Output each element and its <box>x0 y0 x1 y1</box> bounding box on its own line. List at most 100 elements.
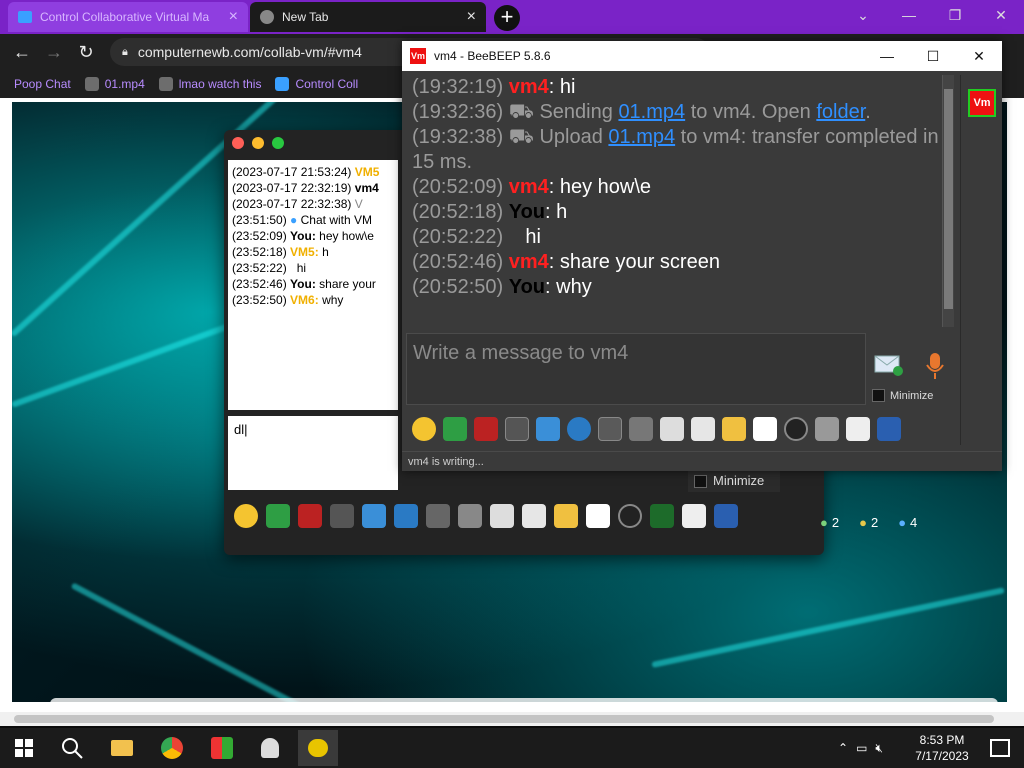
beebeep-taskbar-icon[interactable] <box>298 730 338 766</box>
minimize-checkbox-behind[interactable]: Minimize <box>688 470 780 492</box>
counter: ● 2 <box>859 515 879 530</box>
notification-icon[interactable] <box>980 730 1020 766</box>
envelope-icon[interactable] <box>443 417 467 441</box>
user-list-panel <box>960 75 999 445</box>
camera-icon[interactable] <box>784 417 808 441</box>
screenshot-icon[interactable] <box>815 417 839 441</box>
close-dot-icon[interactable] <box>232 137 244 149</box>
emoji-icon[interactable] <box>412 417 436 441</box>
window-maximize-button[interactable]: ☐ <box>910 41 956 71</box>
bookmark-item[interactable]: lmao watch this <box>158 77 261 91</box>
filter-icon[interactable] <box>536 417 560 441</box>
font-icon[interactable] <box>298 504 322 528</box>
save-icon[interactable] <box>714 504 738 528</box>
reload-icon[interactable]: ↻ <box>74 40 98 64</box>
start-button[interactable] <box>4 730 44 766</box>
browser-restore-button[interactable]: ❐ <box>932 0 978 30</box>
folder-icon[interactable] <box>554 504 578 528</box>
music-icon[interactable] <box>490 504 514 528</box>
color-icon[interactable] <box>330 504 354 528</box>
bookmark-item[interactable]: Poop Chat <box>14 77 71 91</box>
emoji-icon[interactable] <box>234 504 258 528</box>
horizontal-scrollbar[interactable] <box>0 712 1024 726</box>
minimize-checkbox[interactable]: Minimize <box>872 389 933 402</box>
network-icon[interactable]: ▭ <box>856 741 867 755</box>
spellcheck-icon[interactable] <box>598 417 622 441</box>
envelope-icon[interactable] <box>266 504 290 528</box>
bookmark-label: 01.mp4 <box>104 77 145 91</box>
file-link[interactable]: 01.mp4 <box>618 101 685 123</box>
search-icon[interactable] <box>52 730 92 766</box>
camera-icon[interactable] <box>618 504 642 528</box>
system-tray: ⌃ ▭ 🔇︎ <box>838 728 883 768</box>
tab-collab-vm[interactable]: Control Collaborative Virtual Ma × <box>8 2 248 32</box>
send-file-icon[interactable] <box>522 504 546 528</box>
chat-line: (2023-07-17 22:32:19) vm4 <box>232 181 379 195</box>
scrollbar-thumb[interactable] <box>944 89 953 309</box>
chat-message: (19:32:38) ⛟ Upload 01.mp4 to vm4: trans… <box>412 126 939 173</box>
window-minimize-button[interactable]: — <box>864 41 910 71</box>
input-value: dl <box>234 422 245 437</box>
screenshot-icon[interactable] <box>650 504 674 528</box>
folder-link[interactable]: folder <box>816 101 865 123</box>
text-icon[interactable] <box>629 417 653 441</box>
save-icon[interactable] <box>877 417 901 441</box>
text-icon[interactable] <box>458 504 482 528</box>
back-message-input[interactable]: dl| <box>228 416 398 490</box>
code-icon[interactable] <box>586 504 610 528</box>
chat-message: (20:52:50) You: why <box>412 276 592 298</box>
url-text: computernewb.com/collab-vm/#vm4 <box>137 44 362 60</box>
app-grid-icon[interactable] <box>202 730 242 766</box>
user-vm4-avatar[interactable]: Vm <box>968 89 996 117</box>
window-close-button[interactable]: ✕ <box>956 41 1002 71</box>
notes-icon[interactable] <box>846 417 870 441</box>
back-icon[interactable]: ← <box>10 40 34 64</box>
monitor-icon <box>18 11 32 23</box>
bookmark-item[interactable]: 01.mp4 <box>84 77 145 91</box>
close-tab-icon[interactable]: × <box>467 9 476 25</box>
tab-search-icon[interactable]: ⌄ <box>840 0 886 30</box>
close-tab-icon[interactable]: × <box>229 9 238 25</box>
code-icon[interactable] <box>753 417 777 441</box>
forward-icon[interactable]: → <box>42 40 66 64</box>
send-message-icon[interactable] <box>874 353 904 377</box>
font-icon[interactable] <box>474 417 498 441</box>
browser-minimize-button[interactable]: — <box>886 0 932 30</box>
chrome-icon[interactable] <box>152 730 192 766</box>
settings-icon[interactable] <box>567 417 591 441</box>
taskbar-clock[interactable]: 8:53 PM 7/17/2023 <box>910 732 974 764</box>
chrome-icon <box>260 10 274 24</box>
music-icon[interactable] <box>660 417 684 441</box>
microphone-icon[interactable] <box>924 351 946 381</box>
beebeep-chat-window[interactable]: Vm vm4 - BeeBEEP 5.8.6 — ☐ ✕ (19:32:19) … <box>402 41 1002 471</box>
chat-line: (23:52:50) VM6: why <box>232 293 344 307</box>
spellcheck-icon[interactable] <box>426 504 450 528</box>
bookmark-item[interactable]: Control Coll <box>275 77 358 91</box>
minimize-dot-icon[interactable] <box>252 137 264 149</box>
clock-date: 7/17/2023 <box>915 749 969 763</box>
volume-icon[interactable]: 🔇︎ <box>875 741 883 756</box>
checkbox-icon <box>694 474 707 488</box>
lock-icon: 🔒︎ <box>122 45 128 58</box>
chat-message: (20:52:09) vm4: hey how\e <box>412 176 652 198</box>
folder-icon[interactable] <box>722 417 746 441</box>
message-input[interactable]: Write a message to vm4 <box>406 333 866 405</box>
new-tab-button[interactable]: + <box>494 5 520 31</box>
notes-icon[interactable] <box>682 504 706 528</box>
filter-icon[interactable] <box>362 504 386 528</box>
settings-icon[interactable] <box>394 504 418 528</box>
tab-new-tab[interactable]: New Tab × <box>250 2 486 32</box>
zoom-dot-icon[interactable] <box>272 137 284 149</box>
file-link[interactable]: 01.mp4 <box>608 126 675 148</box>
file-explorer-icon[interactable] <box>102 730 142 766</box>
chevron-up-icon[interactable]: ⌃ <box>838 741 848 755</box>
chat-scrollbar[interactable] <box>942 75 954 327</box>
window-title: vm4 - BeeBEEP 5.8.6 <box>434 49 551 63</box>
send-file-icon[interactable] <box>691 417 715 441</box>
scrollbar-thumb[interactable] <box>14 715 994 723</box>
chat-line: (23:52:46) You: share your <box>232 277 376 291</box>
app-ghost-icon[interactable] <box>250 730 290 766</box>
browser-close-button[interactable]: ✕ <box>978 0 1024 30</box>
color-icon[interactable] <box>505 417 529 441</box>
tab-title: New Tab <box>282 10 329 24</box>
